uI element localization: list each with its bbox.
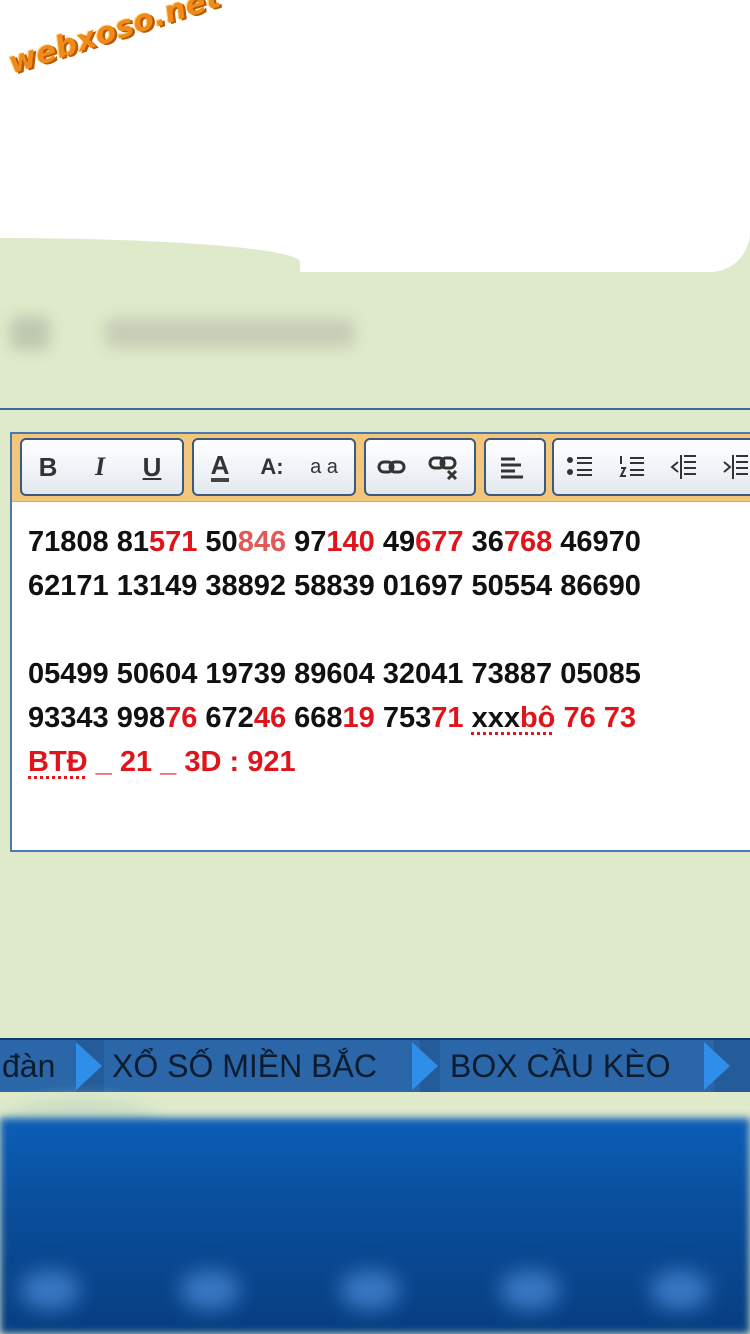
editor-text-segment: 49 xyxy=(374,526,416,558)
blurred-text xyxy=(105,318,355,348)
font-color-icon: A xyxy=(210,450,230,482)
editor-text-segment: 571 xyxy=(148,526,198,558)
chevron-right-icon xyxy=(704,1042,730,1090)
link-group xyxy=(364,438,476,496)
editor-line: 71808 81571 50846 97140 49677 36768 4697… xyxy=(28,520,750,564)
nav-item-dan[interactable]: đàn xyxy=(0,1040,76,1092)
chevron-right-icon xyxy=(76,1042,102,1090)
editor-line: 62171 13149 38892 58839 01697 50554 8669… xyxy=(28,564,750,608)
italic-icon: I xyxy=(94,452,106,481)
link-icon xyxy=(377,460,406,474)
font-group: A A: a a xyxy=(192,438,356,496)
blurred-footer-icons xyxy=(0,1250,750,1330)
editor-text-segment: 668 xyxy=(286,702,343,734)
bullet-list-icon xyxy=(567,457,592,476)
link-button[interactable] xyxy=(366,442,418,492)
editor-line: 93343 99876 67246 66819 75371 xxxbô 76 7… xyxy=(28,696,750,740)
bold-button[interactable]: B xyxy=(22,442,74,492)
editor-text-segment: 768 xyxy=(503,526,553,558)
format-group: B I U xyxy=(20,438,184,496)
editor-line: BTĐ _ 21 _ 3D : 921 xyxy=(28,740,750,784)
editor-text-segment: 846 xyxy=(237,526,287,558)
forum-breadcrumb-nav: đàn XỔ SỐ MIỀN BẮC BOX CẦU KÈO xyxy=(0,1038,750,1094)
editor-text-segment: 753 xyxy=(374,702,432,734)
numbered-list-icon xyxy=(619,456,644,477)
align-group xyxy=(484,438,546,496)
rich-text-editor: B I U A A: a a 71808 81571 50846 97140 4… xyxy=(10,432,750,852)
underline-icon: U xyxy=(142,451,162,482)
editor-text-segment: 97 xyxy=(286,526,327,558)
nav-item-box-cau-keo[interactable]: BOX CẦU KÈO xyxy=(440,1040,714,1092)
bold-icon: B xyxy=(38,451,58,482)
editor-text-segment: xxx xyxy=(471,702,520,734)
bullet-list-button[interactable] xyxy=(554,442,606,492)
editor-text-segment: BTĐ xyxy=(28,746,88,778)
numbered-list-button[interactable] xyxy=(606,442,658,492)
nav-item-label: BOX CẦU KÈO xyxy=(450,1048,671,1084)
align-left-button[interactable] xyxy=(486,442,538,492)
editor-text-segment: bô xyxy=(519,702,556,734)
editor-text-segment: 71808 81 xyxy=(28,526,149,558)
editor-content[interactable]: 71808 81571 50846 97140 49677 36768 4697… xyxy=(28,520,750,784)
align-left-icon xyxy=(501,457,523,479)
font-size-icon: A: xyxy=(260,454,284,479)
editor-text-segment: 93343 998 xyxy=(28,702,166,734)
outdent-button[interactable] xyxy=(658,442,710,492)
nav-item-label: XỔ SỐ MIỀN BẮC xyxy=(112,1048,377,1084)
nav-item-label: đàn xyxy=(2,1048,56,1084)
italic-button[interactable]: I xyxy=(74,442,126,492)
editor-line: 05499 50604 19739 89604 32041 73887 0508… xyxy=(28,652,750,696)
blurred-username xyxy=(10,310,360,356)
editor-text-segment: 36 xyxy=(463,526,504,558)
unlink-icon xyxy=(428,456,458,481)
font-family-icon: a a xyxy=(310,455,338,478)
outdent-icon xyxy=(670,455,696,479)
underline-button[interactable]: U xyxy=(126,442,178,492)
blurred-avatar xyxy=(10,316,50,350)
indent-icon xyxy=(723,455,748,479)
chevron-right-icon xyxy=(412,1042,438,1090)
list-group xyxy=(552,438,750,496)
editor-text-segment: 76 xyxy=(165,702,198,734)
editor-text-segment: 50 xyxy=(197,526,238,558)
editor-text-segment: _ 21 _ 3D : 921 xyxy=(87,746,296,778)
editor-toolbar: B I U A A: a a xyxy=(12,434,750,502)
editor-text-segment: 46 xyxy=(253,702,287,734)
editor-text-segment: 76 73 xyxy=(555,702,637,734)
editor-text-segment xyxy=(464,702,472,734)
editor-text-segment: 62171 13149 38892 58839 01697 50554 8669… xyxy=(28,570,641,602)
editor-text-segment: 46970 xyxy=(552,526,641,558)
editor-text-segment: 672 xyxy=(197,702,254,734)
editor-text-segment: 05499 50604 19739 89604 32041 73887 0508… xyxy=(28,658,641,690)
reply-editor-section: B I U A A: a a 71808 81571 50846 97140 4… xyxy=(0,408,750,858)
font-family-button[interactable]: a a xyxy=(298,442,350,492)
indent-button[interactable] xyxy=(710,442,750,492)
editor-text-segment: 677 xyxy=(415,526,464,558)
editor-text-segment: 19 xyxy=(342,702,375,734)
nav-item-xo-so-mien-bac[interactable]: XỔ SỐ MIỀN BẮC xyxy=(104,1040,420,1092)
font-color-button[interactable]: A xyxy=(194,442,246,492)
editor-text-segment: 140 xyxy=(326,526,375,558)
unlink-button[interactable] xyxy=(418,442,470,492)
font-size-button[interactable]: A: xyxy=(246,442,298,492)
editor-text-segment: 71 xyxy=(431,702,464,734)
